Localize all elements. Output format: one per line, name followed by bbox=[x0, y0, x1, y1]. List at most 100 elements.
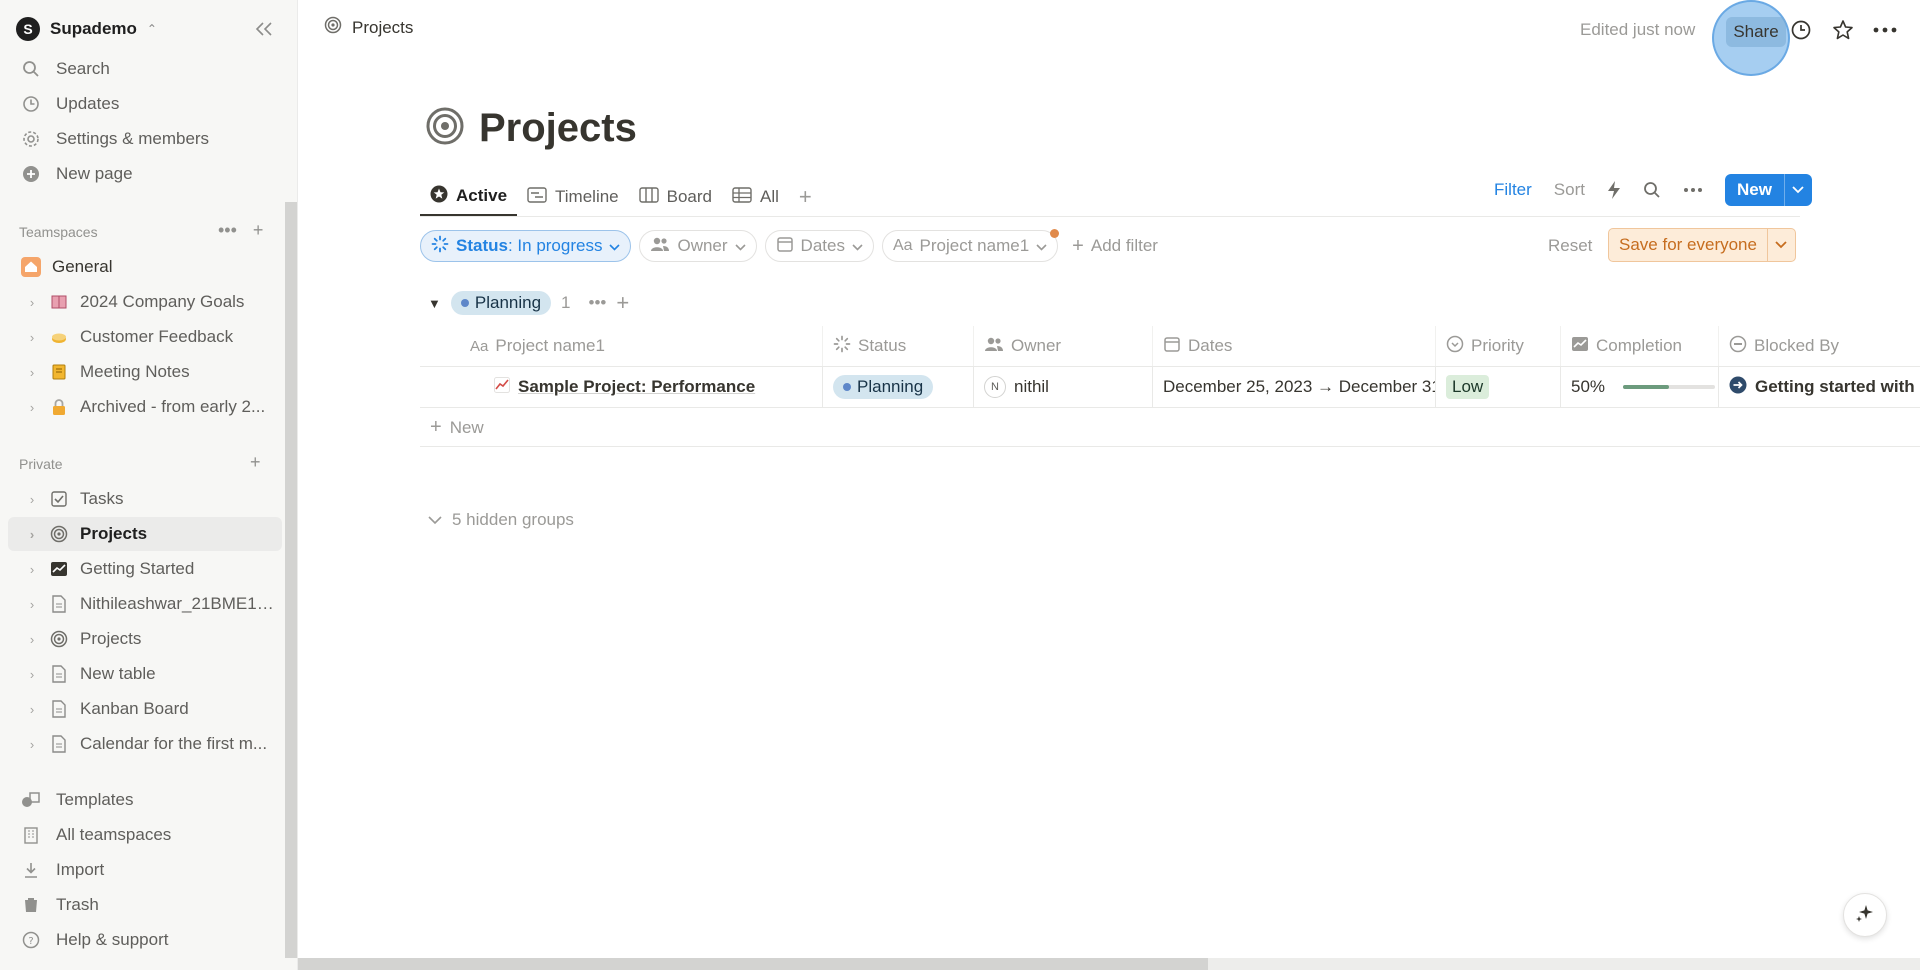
target-icon[interactable] bbox=[425, 106, 465, 151]
cell-dates[interactable]: December 25, 2023 → December 31 bbox=[1153, 367, 1436, 407]
workspace-switcher[interactable]: S Supademo ⌃ bbox=[16, 14, 157, 44]
status-filter-chip[interactable]: Status: In progress bbox=[420, 230, 632, 262]
sidebar-item-getting-started[interactable]: › Getting Started bbox=[8, 552, 282, 586]
page-title[interactable]: Projects bbox=[479, 106, 637, 151]
tab-all[interactable]: All bbox=[722, 178, 789, 216]
collapse-triangle-icon[interactable]: ▼ bbox=[428, 296, 441, 311]
sidebar-new-page[interactable]: New page bbox=[8, 157, 282, 191]
save-for-everyone-button[interactable]: Save for everyone bbox=[1608, 228, 1796, 262]
cell-project-name[interactable]: Sample Project: Performance bbox=[420, 367, 823, 407]
search-icon[interactable] bbox=[1643, 181, 1661, 199]
chevron-right-icon[interactable]: › bbox=[20, 632, 44, 647]
table-row[interactable]: Sample Project: Performance Planning N n… bbox=[420, 367, 1920, 407]
ai-assistant-button[interactable] bbox=[1843, 893, 1887, 937]
new-button-label[interactable]: New bbox=[1725, 174, 1784, 206]
sidebar-item-nithileashwar[interactable]: › Nithileashwar_21BME10... bbox=[8, 587, 282, 621]
sidebar-all-teamspaces[interactable]: All teamspaces bbox=[8, 818, 282, 852]
sidebar-scrollbar[interactable] bbox=[285, 202, 297, 958]
sort-button[interactable]: Sort bbox=[1554, 180, 1585, 200]
chevron-right-icon[interactable]: › bbox=[20, 527, 44, 542]
sidebar-trash[interactable]: Trash bbox=[8, 888, 282, 922]
sidebar-item-calendar[interactable]: › Calendar for the first m... bbox=[8, 727, 282, 761]
chevron-right-icon[interactable]: › bbox=[20, 365, 44, 380]
add-icon[interactable]: + bbox=[253, 220, 264, 241]
notebook-icon bbox=[48, 361, 70, 383]
tab-active[interactable]: Active bbox=[420, 178, 518, 216]
chevron-right-icon[interactable]: › bbox=[20, 667, 44, 682]
more-icon[interactable] bbox=[1683, 187, 1703, 193]
project-name[interactable]: Sample Project: Performance bbox=[518, 377, 755, 397]
sidebar-trash-label: Trash bbox=[56, 895, 99, 914]
more-icon[interactable] bbox=[1870, 15, 1900, 45]
column-dates[interactable]: Dates bbox=[1153, 326, 1436, 366]
sidebar-item-archived[interactable]: › Archived - from early 2... bbox=[8, 390, 282, 424]
owner-name: nithil bbox=[1014, 377, 1049, 396]
more-icon[interactable]: ••• bbox=[218, 220, 237, 241]
plus-icon[interactable]: + bbox=[616, 290, 629, 316]
scrollbar-thumb[interactable] bbox=[298, 958, 1208, 970]
chevron-right-icon[interactable]: › bbox=[20, 562, 44, 577]
add-view-button[interactable]: + bbox=[789, 178, 822, 216]
chevron-down-icon[interactable] bbox=[1783, 174, 1812, 206]
sidebar-templates[interactable]: Templates bbox=[8, 783, 282, 817]
cell-completion[interactable]: 50% bbox=[1561, 367, 1719, 407]
chevron-down-icon[interactable] bbox=[1766, 229, 1795, 261]
chevron-right-icon[interactable]: › bbox=[20, 702, 44, 717]
sidebar-item-kanban-board[interactable]: › Kanban Board bbox=[8, 692, 282, 726]
cell-priority[interactable]: Low bbox=[1436, 367, 1561, 407]
sidebar-help[interactable]: ? Help & support bbox=[8, 923, 282, 957]
chevron-right-icon[interactable]: › bbox=[20, 330, 44, 345]
cell-owner[interactable]: N nithil bbox=[974, 367, 1153, 407]
sidebar-item-new-table[interactable]: › New table bbox=[8, 657, 282, 691]
chevron-right-icon[interactable]: › bbox=[20, 295, 44, 310]
history-icon[interactable] bbox=[1786, 15, 1816, 45]
sidebar-settings[interactable]: Settings & members bbox=[8, 122, 282, 156]
owner-filter-chip[interactable]: Owner bbox=[639, 230, 757, 262]
cell-blocked-by[interactable]: Getting started with bbox=[1719, 367, 1919, 407]
column-owner[interactable]: Owner bbox=[974, 326, 1153, 366]
column-project-name[interactable]: Aa Project name1 bbox=[420, 326, 823, 366]
blocked-by-link[interactable]: Getting started with bbox=[1755, 377, 1915, 397]
share-button[interactable]: Share bbox=[1726, 17, 1786, 47]
tab-label: Active bbox=[456, 186, 508, 205]
dates-filter-chip[interactable]: Dates bbox=[764, 230, 874, 262]
add-icon[interactable]: + bbox=[250, 452, 261, 473]
sidebar-item-customer-feedback[interactable]: › Customer Feedback bbox=[8, 320, 282, 354]
column-completion[interactable]: Completion bbox=[1561, 326, 1719, 366]
add-filter-button[interactable]: + Add filter bbox=[1072, 235, 1158, 258]
tab-board[interactable]: Board bbox=[629, 178, 722, 216]
more-icon[interactable]: ••• bbox=[589, 293, 607, 313]
sidebar-search[interactable]: Search bbox=[8, 52, 282, 86]
save-label[interactable]: Save for everyone bbox=[1609, 229, 1767, 261]
star-icon[interactable] bbox=[1828, 15, 1858, 45]
chevron-right-icon[interactable]: › bbox=[20, 597, 44, 612]
tab-timeline[interactable]: Timeline bbox=[517, 178, 629, 216]
breadcrumb[interactable]: Projects bbox=[324, 16, 413, 39]
chevron-right-icon[interactable]: › bbox=[20, 400, 44, 415]
lock-icon bbox=[48, 396, 70, 418]
automation-icon[interactable] bbox=[1607, 180, 1621, 200]
filter-button[interactable]: Filter bbox=[1494, 180, 1532, 200]
chevron-right-icon[interactable]: › bbox=[20, 492, 44, 507]
sidebar-item-general[interactable]: General bbox=[8, 250, 282, 284]
add-row-button[interactable]: + New bbox=[430, 416, 484, 439]
sidebar-item-tasks[interactable]: › Tasks bbox=[8, 482, 282, 516]
reset-button[interactable]: Reset bbox=[1548, 236, 1592, 256]
sidebar-item-projects-2[interactable]: › Projects bbox=[8, 622, 282, 656]
sidebar-item-company-goals[interactable]: › 2024 Company Goals bbox=[8, 285, 282, 319]
new-record-button[interactable]: New bbox=[1724, 174, 1812, 206]
column-priority[interactable]: Priority bbox=[1436, 326, 1561, 366]
cell-status[interactable]: Planning bbox=[823, 367, 974, 407]
sidebar-import[interactable]: Import bbox=[8, 853, 282, 887]
sidebar-item-projects[interactable]: › Projects bbox=[8, 517, 282, 551]
collapse-sidebar-icon[interactable] bbox=[250, 16, 278, 42]
hidden-groups-toggle[interactable]: 5 hidden groups bbox=[428, 510, 574, 530]
relation-icon bbox=[1729, 335, 1747, 358]
horizontal-scrollbar[interactable] bbox=[298, 958, 1920, 970]
column-blocked-by[interactable]: Blocked By bbox=[1719, 326, 1919, 366]
chevron-right-icon[interactable]: › bbox=[20, 737, 44, 752]
sidebar-updates[interactable]: Updates bbox=[8, 87, 282, 121]
column-status[interactable]: Status bbox=[823, 326, 974, 366]
sidebar-item-meeting-notes[interactable]: › Meeting Notes bbox=[8, 355, 282, 389]
project-name-filter-chip[interactable]: Aa Project name1 bbox=[881, 229, 1060, 262]
